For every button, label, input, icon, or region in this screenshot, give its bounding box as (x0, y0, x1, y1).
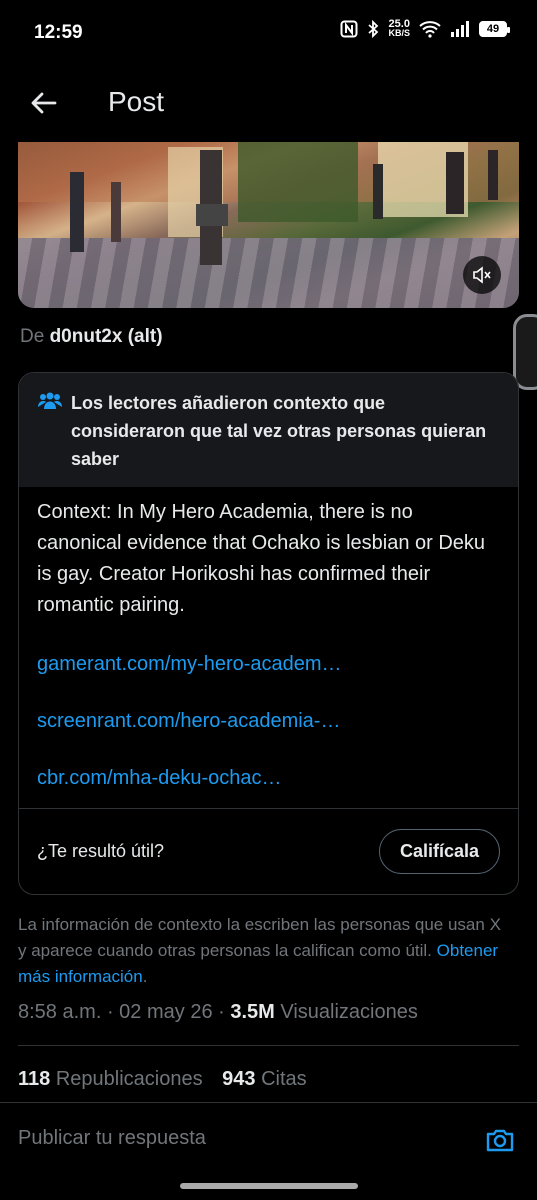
community-note-header: Los lectores añadieron contexto que cons… (19, 373, 518, 487)
community-note-title: Los lectores añadieron contexto que cons… (71, 393, 487, 469)
note-disclaimer: La información de contexto la escriben l… (18, 915, 501, 986)
post-time: 8:58 a.m. (18, 1001, 102, 1023)
status-icons: 25.0 KB/S 49 (340, 18, 510, 38)
attribution-author[interactable]: d0nut2x (alt) (50, 326, 163, 347)
muted-speaker-icon (473, 266, 491, 284)
video-player[interactable] (18, 142, 519, 308)
quotes-stat[interactable]: 943 Citas (222, 1068, 307, 1090)
status-time: 12:59 (34, 22, 83, 43)
helpful-question: ¿Te resultó útil? (37, 841, 165, 861)
post-meta: 8:58 a.m. · 02 may 26 · 3.5M Visualizaci… (18, 1001, 418, 1023)
network-speed: 25.0 KB/S (388, 18, 410, 38)
bluetooth-icon (368, 20, 379, 38)
page-title: Post (108, 86, 165, 117)
status-bar: 12:59 25.0 KB/S 49 (0, 0, 537, 70)
battery-icon: 49 (479, 21, 510, 37)
reposts-stat[interactable]: 118 Republicaciones (18, 1068, 203, 1090)
post-date: 02 may 26 (119, 1001, 213, 1023)
post-stats: 118 Republicaciones 943 Citas (18, 1068, 307, 1091)
divider (18, 1045, 519, 1046)
community-note-body: Context: In My Hero Academia, there is n… (19, 487, 518, 790)
reply-bar: Publicar tu respuesta (0, 1102, 537, 1181)
rate-button[interactable]: Califícala (378, 829, 500, 874)
back-arrow-icon[interactable] (28, 88, 58, 118)
nfc-icon (340, 20, 358, 38)
community-note-text: Context: In My Hero Academia, there is n… (37, 501, 486, 616)
community-note: Los lectores añadieron contexto que cons… (18, 372, 519, 895)
media-attribution: De d0nut2x (alt) (20, 326, 163, 347)
home-indicator[interactable] (180, 1183, 358, 1189)
camera-icon[interactable] (485, 1125, 515, 1155)
views-count: 3.5M (230, 1001, 275, 1023)
community-note-footer: ¿Te resultó útil? Califícala (19, 808, 518, 894)
signal-icon (451, 21, 469, 37)
mute-button[interactable] (463, 256, 501, 294)
video-frame-scene (18, 142, 519, 265)
reply-input[interactable]: Publicar tu respuesta (18, 1127, 206, 1150)
header: Post (0, 72, 537, 136)
wifi-icon (419, 21, 441, 38)
note-link[interactable]: cbr.com/mha-deku-ochac… (37, 767, 500, 790)
people-icon (38, 392, 62, 409)
note-link[interactable]: screenrant.com/hero-academia-… (37, 710, 500, 733)
views-label: Visualizaciones (280, 1001, 418, 1023)
note-link[interactable]: gamerant.com/my-hero-academ… (37, 653, 500, 676)
